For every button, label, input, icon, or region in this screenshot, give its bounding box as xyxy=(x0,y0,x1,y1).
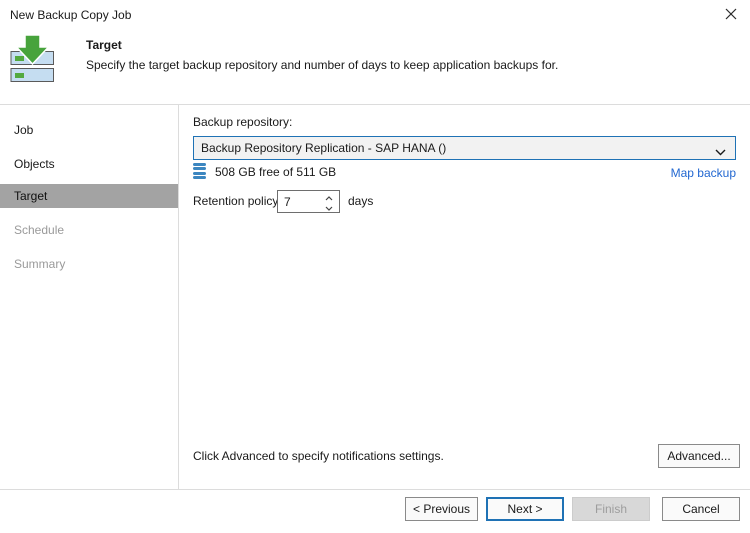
retention-days-input[interactable] xyxy=(278,192,316,211)
backup-repository-select[interactable]: Backup Repository Replication - SAP HANA… xyxy=(193,136,736,160)
sidebar-item-target[interactable]: Target xyxy=(0,184,178,208)
database-disk-icon xyxy=(193,163,206,179)
new-backup-copy-job-dialog: New Backup Copy Job Target Specify the t… xyxy=(0,0,750,533)
footer-divider xyxy=(0,489,750,490)
sidebar-item-label: Job xyxy=(14,123,33,137)
map-backup-link[interactable]: Map backup xyxy=(671,166,736,180)
sidebar-item-job[interactable]: Job xyxy=(0,118,178,142)
previous-button[interactable]: < Previous xyxy=(405,497,478,521)
sidebar-item-objects[interactable]: Objects xyxy=(0,152,178,176)
retention-unit-label: days xyxy=(348,194,373,208)
page-description: Specify the target backup repository and… xyxy=(86,58,558,72)
close-icon xyxy=(725,8,737,23)
retention-stepper xyxy=(277,190,340,213)
retention-spin-down-button[interactable] xyxy=(323,202,335,211)
sidebar-item-label: Summary xyxy=(14,257,65,271)
sidebar-item-label: Target xyxy=(14,189,47,203)
free-space-text: 508 GB free of 511 GB xyxy=(215,165,336,179)
chevron-down-icon xyxy=(325,199,333,214)
header-divider xyxy=(0,104,750,105)
chevron-down-icon xyxy=(715,145,726,159)
sidebar-item-schedule[interactable]: Schedule xyxy=(0,218,178,242)
sidebar-item-summary[interactable]: Summary xyxy=(0,252,178,276)
advanced-button[interactable]: Advanced... xyxy=(658,444,740,468)
sidebar-item-label: Objects xyxy=(14,157,55,171)
retention-policy-label: Retention policy: xyxy=(193,194,282,208)
backup-repository-download-icon xyxy=(10,35,55,86)
page-title: Target xyxy=(86,38,122,52)
advanced-hint-text: Click Advanced to specify notifications … xyxy=(193,449,444,463)
backup-repository-selected-value: Backup Repository Replication - SAP HANA… xyxy=(201,141,446,155)
finish-button: Finish xyxy=(572,497,650,521)
backup-repository-label: Backup repository: xyxy=(193,115,292,129)
window-title: New Backup Copy Job xyxy=(10,8,131,22)
close-button[interactable] xyxy=(714,2,748,28)
cancel-button[interactable]: Cancel xyxy=(662,497,740,521)
next-button[interactable]: Next > xyxy=(486,497,564,521)
sidebar-divider xyxy=(178,105,179,489)
sidebar-item-label: Schedule xyxy=(14,223,64,237)
